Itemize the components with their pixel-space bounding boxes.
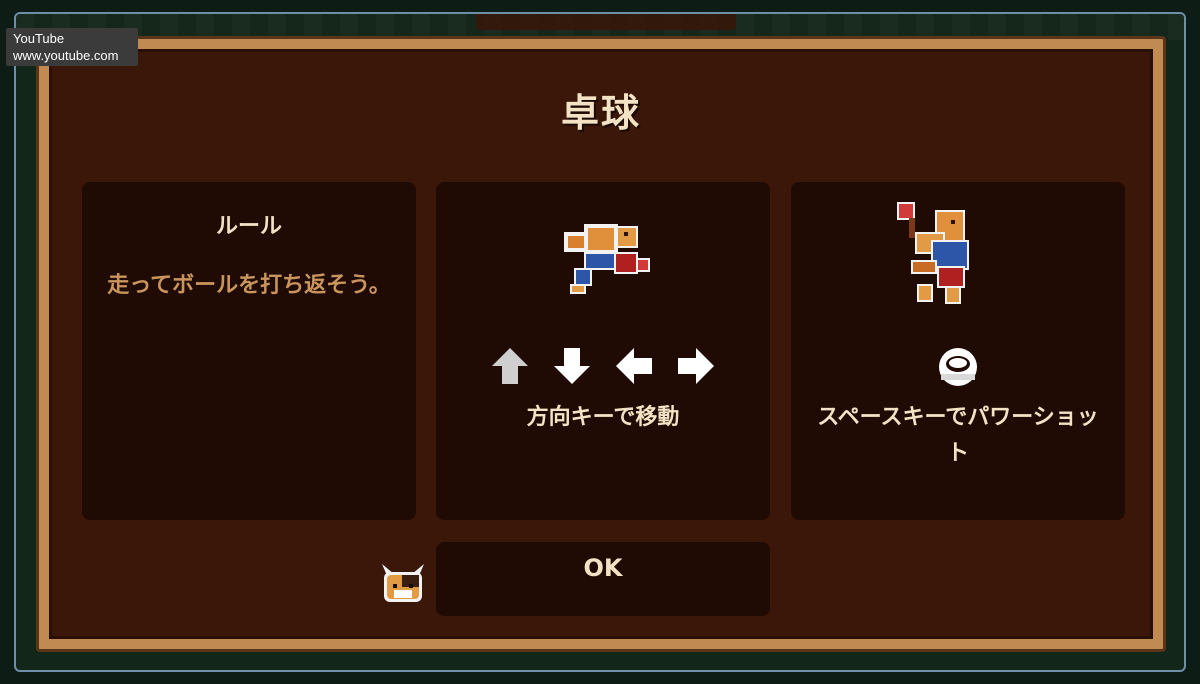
arrow-right-icon (678, 348, 714, 384)
arrow-up-icon (492, 348, 528, 384)
tutorial-dialog: 卓球 ルール 走ってボールを打ち返そう。 方向キーで移動 スペースキーでパワーシ… (36, 36, 1166, 652)
rule-panel: ルール 走ってボールを打ち返そう。 (82, 182, 416, 520)
dialog-title: 卓球 (560, 91, 641, 135)
dialog-body: 卓球 ルール 走ってボールを打ち返そう。 方向キーで移動 スペースキーでパワーシ… (49, 49, 1153, 639)
move-caption: 方向キーで移動 (526, 405, 680, 430)
cat-face-cursor-icon (382, 564, 424, 602)
cat-running-sprite (564, 224, 650, 294)
spacebar-icon (939, 348, 977, 386)
tooltip-title: YouTube (13, 31, 65, 46)
tooltip-url: www.youtube.com (13, 48, 119, 63)
link-tooltip: YouTube www.youtube.com (6, 28, 138, 66)
background-sign (476, 14, 736, 30)
cat-swinging-sprite (897, 202, 969, 304)
power-shot-panel: スペースキーでパワーショット (791, 182, 1125, 520)
ok-button[interactable]: OK (436, 542, 770, 616)
move-panel: 方向キーで移動 (436, 182, 770, 520)
arrow-down-icon (554, 348, 590, 384)
rule-description: 走ってボールを打ち返そう。 (107, 273, 391, 298)
arrow-keys (436, 346, 770, 386)
power-shot-caption: スペースキーでパワーショット (817, 405, 1099, 466)
game-screen: 卓球 ルール 走ってボールを打ち返そう。 方向キーで移動 スペースキーでパワーシ… (0, 0, 1200, 684)
rule-heading: ルール (215, 214, 282, 239)
arrow-left-icon (616, 348, 652, 384)
